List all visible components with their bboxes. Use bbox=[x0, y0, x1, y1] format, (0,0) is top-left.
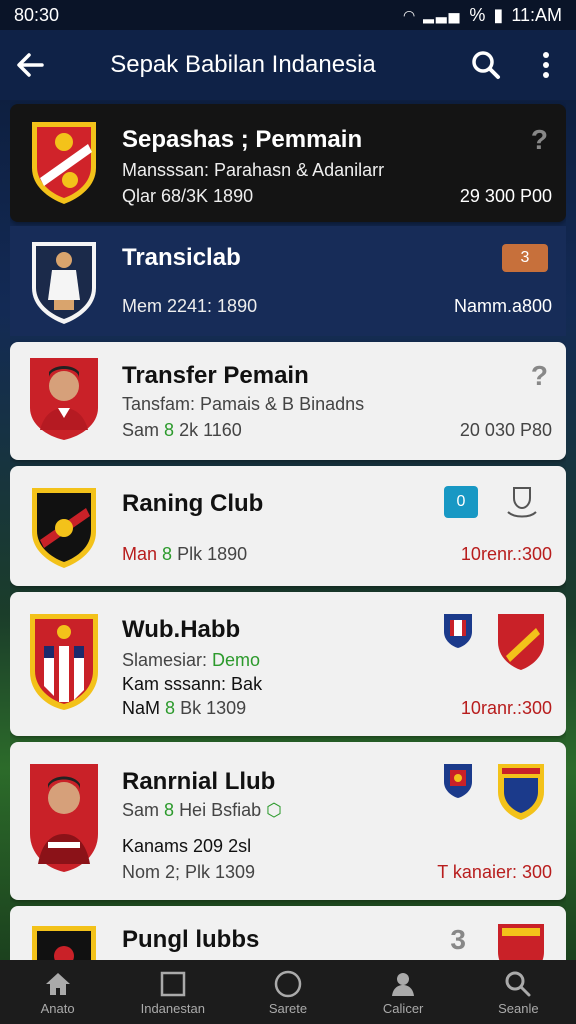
card-subtitle-2: Kam sssann: Bak bbox=[122, 674, 263, 694]
mini-crest-icon[interactable] bbox=[496, 922, 546, 960]
nav-sarete[interactable]: Sarete bbox=[233, 969, 343, 1016]
count-badge: 3 bbox=[502, 244, 548, 272]
trophy-icon[interactable] bbox=[504, 484, 540, 522]
more-menu-button[interactable] bbox=[516, 30, 576, 100]
nav-calicer[interactable]: Calicer bbox=[348, 969, 458, 1016]
mini-crest-icon[interactable] bbox=[496, 762, 546, 822]
card-subtitle: Sam 8 Hei Bsfiab ⬡ bbox=[122, 800, 282, 820]
card-detail: Nom 2; Plk 1309 bbox=[122, 862, 256, 882]
card-subtitle: Slamesiar: Demo bbox=[122, 650, 261, 670]
card-title: Transiclab bbox=[122, 244, 241, 271]
help-icon[interactable]: ? bbox=[531, 360, 548, 392]
list-item[interactable]: Transfer Pemain Tansfam: Pamais & B Bina… bbox=[10, 342, 566, 460]
count-badge: 0 bbox=[444, 486, 478, 518]
card-subtitle-2: Kanams 209 2sl bbox=[122, 836, 252, 856]
count-indicator: 3 bbox=[450, 924, 466, 955]
nav-indanestan[interactable]: Indanestan bbox=[118, 969, 228, 1016]
card-detail: Sam 8 2k 1160 bbox=[122, 420, 242, 440]
card-value: 29 300 P00 bbox=[459, 186, 552, 206]
list-item[interactable]: Raning Club Man 8 Plk 1890 0 10renr.:300 bbox=[10, 466, 566, 586]
back-arrow-icon bbox=[17, 53, 44, 77]
help-icon[interactable]: ? bbox=[531, 124, 548, 156]
card-title: Pungl lubbs bbox=[122, 926, 260, 953]
status-icons: ◠ ▂▃▅ % ▮ 11:AM bbox=[403, 5, 562, 26]
card-value: Namm.a800 bbox=[453, 296, 552, 316]
battery-text: % bbox=[469, 4, 486, 25]
list-item[interactable]: Ranrnial Llub Sam 8 Hei Bsfiab ⬡ Kanams … bbox=[10, 742, 566, 900]
card-value: 10ranr.:300 bbox=[460, 698, 552, 718]
nav-seanle[interactable]: Seanle bbox=[463, 969, 573, 1016]
mini-crest-icon[interactable] bbox=[442, 612, 474, 650]
app-bar: Sepak Babilan Indanesia bbox=[0, 30, 576, 100]
card-detail: Qlar 68/3K 1890 bbox=[122, 186, 254, 206]
card-title: Ranrnial Llub bbox=[122, 768, 276, 795]
card-title: Wub.Habb bbox=[122, 616, 241, 643]
status-time-right: 11:AM bbox=[511, 4, 562, 25]
card-subtitle: Tansfam: Pamais & B Binadns bbox=[122, 394, 365, 414]
back-button[interactable] bbox=[0, 30, 60, 100]
list-item[interactable]: Pungl lubbs 3 bbox=[10, 906, 566, 960]
mini-crest-icon[interactable] bbox=[442, 762, 474, 800]
club-crest-icon bbox=[32, 242, 96, 324]
player-avatar bbox=[30, 764, 98, 872]
card-title: Sepashas ; Pemmain bbox=[122, 126, 363, 153]
card-value: T kanaier: 300 bbox=[437, 862, 552, 882]
nav-home[interactable]: Anato bbox=[3, 969, 113, 1016]
home-icon bbox=[45, 972, 70, 995]
card-list: Sepashas ; Pemmain Mansssan: Parahasn & … bbox=[10, 100, 566, 960]
bottom-nav: Anato Indanestan Sarete Calicer Seanle bbox=[0, 960, 576, 1024]
wifi-signal-icon: ◠ ▂▃▅ bbox=[402, 6, 462, 23]
more-vert-icon bbox=[543, 52, 549, 78]
card-title: Raning Club bbox=[122, 490, 264, 517]
card-subtitle: Mansssan: Parahasn & Adanilarr bbox=[122, 160, 385, 180]
battery-icon: ▮ bbox=[493, 4, 504, 25]
card-detail: Man 8 Plk 1890 bbox=[122, 544, 248, 564]
list-item[interactable]: Transiclab Mem 2241: 1890 3 Namm.a800 bbox=[10, 226, 566, 336]
circle-icon bbox=[274, 970, 302, 997]
list-item[interactable]: Wub.Habb Slamesiar: Demo Kam sssann: Bak… bbox=[10, 592, 566, 736]
player-avatar bbox=[30, 358, 98, 440]
club-crest-icon bbox=[30, 614, 98, 710]
status-bar: 80:30 ◠ ▂▃▅ % ▮ 11:AM bbox=[0, 0, 576, 30]
status-time-left: 80:30 bbox=[14, 4, 60, 25]
square-icon bbox=[160, 971, 186, 996]
club-crest-icon bbox=[32, 926, 96, 960]
card-detail: NaM 8 Bk 1309 bbox=[122, 698, 247, 718]
search-icon bbox=[472, 51, 500, 79]
page-title: Sepak Babilan Indanesia bbox=[110, 51, 376, 78]
card-title: Transfer Pemain bbox=[122, 362, 309, 389]
card-value: 10renr.:300 bbox=[460, 544, 552, 564]
list-item[interactable]: Sepashas ; Pemmain Mansssan: Parahasn & … bbox=[10, 104, 566, 222]
card-detail: Mem 2241: 1890 bbox=[122, 296, 258, 316]
club-crest-icon bbox=[32, 122, 96, 204]
person-icon bbox=[392, 972, 415, 996]
mini-crest-icon[interactable] bbox=[496, 612, 546, 672]
club-crest-icon bbox=[32, 488, 96, 568]
search-icon bbox=[505, 971, 531, 996]
search-button[interactable] bbox=[456, 30, 516, 100]
card-value: 20 030 P80 bbox=[459, 420, 552, 440]
